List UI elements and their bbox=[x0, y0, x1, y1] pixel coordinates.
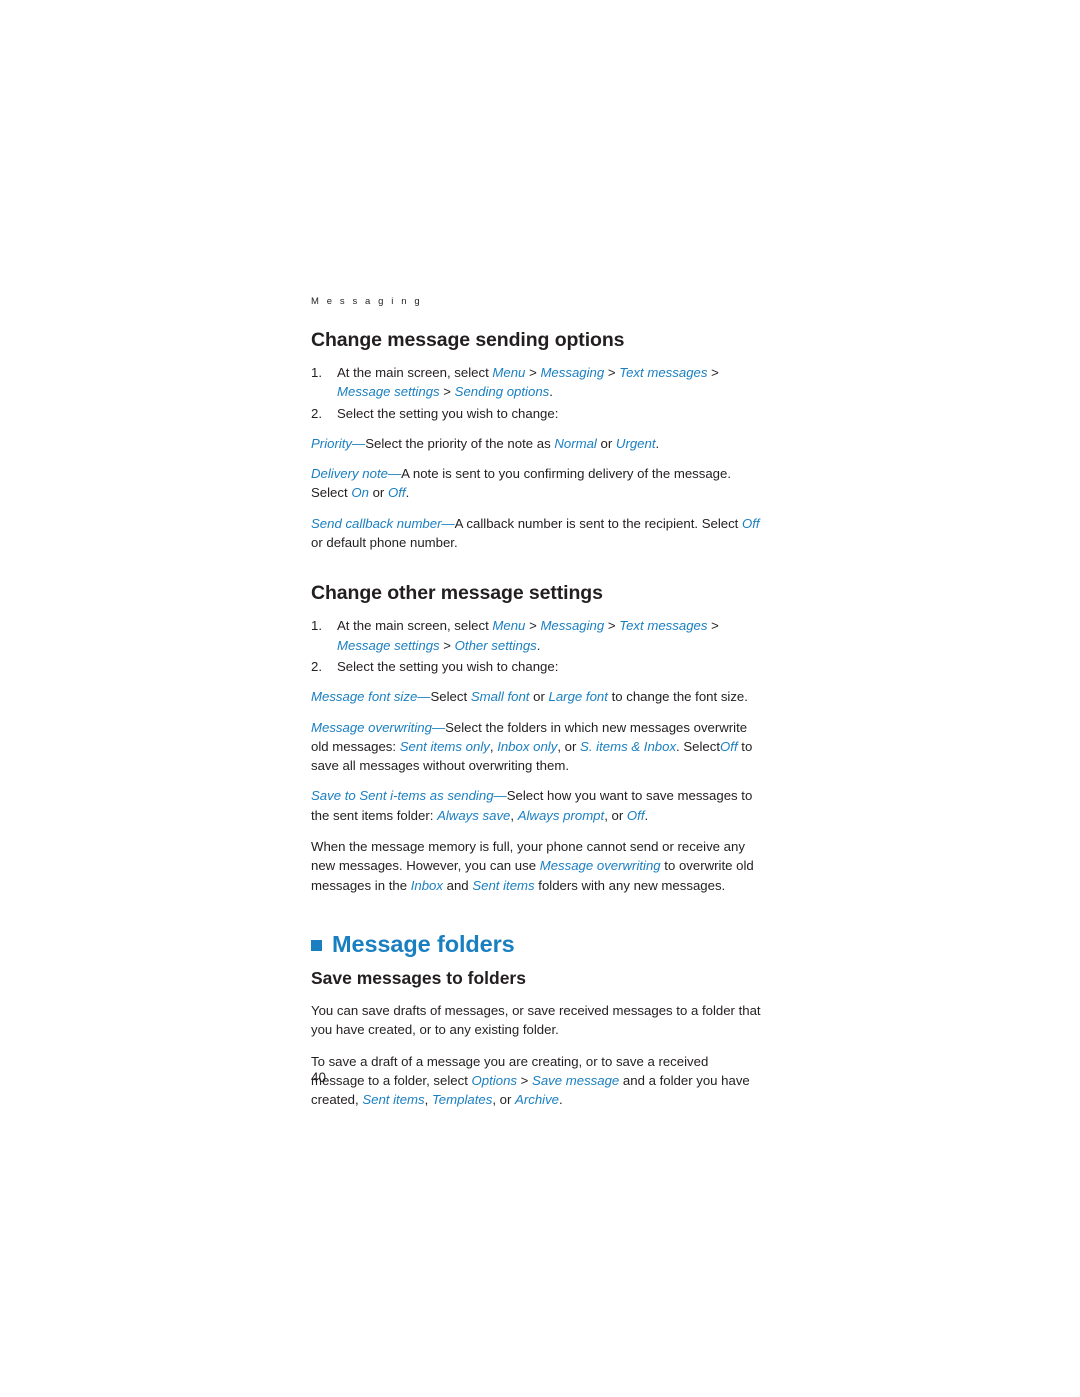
setting-message-overwriting: Message overwriting—Select the folders i… bbox=[311, 719, 753, 774]
chapter-title-text: Message folders bbox=[332, 930, 515, 957]
running-head: M e s s a g i n g bbox=[311, 296, 423, 307]
save-messages-paragraph-1: You can save drafts of messages, or save… bbox=[311, 1002, 761, 1038]
setting-priority: Priority—Select the priority of the note… bbox=[311, 435, 660, 451]
page-content: M e s s a g i n g Change message sending… bbox=[311, 296, 763, 1109]
document-page: M e s s a g i n g Change message sending… bbox=[0, 0, 1080, 1397]
step-number: 1. bbox=[311, 365, 322, 380]
page-number: 40 bbox=[311, 1070, 327, 1085]
step-text: At the main screen, select Menu > Messag… bbox=[337, 618, 719, 653]
sub-heading-save-messages-to-folders: Save messages to folders bbox=[311, 967, 526, 988]
steps-list-other-settings: 1. At the main screen, select Menu > Mes… bbox=[311, 616, 763, 676]
list-item: 1. At the main screen, select Menu > Mes… bbox=[311, 363, 763, 402]
square-bullet-icon bbox=[311, 939, 322, 951]
step-number: 2. bbox=[311, 658, 322, 674]
list-item: 2. Select the setting you wish to change… bbox=[311, 657, 763, 676]
setting-message-font-size: Message font size—Select Small font or L… bbox=[311, 689, 748, 705]
setting-save-to-sent-items: Save to Sent i-tems as sending—Select ho… bbox=[311, 788, 753, 823]
save-messages-paragraph-2: To save a draft of a message you are cre… bbox=[311, 1053, 750, 1108]
list-item: 2. Select the setting you wish to change… bbox=[311, 404, 763, 423]
setting-delivery-note: Delivery note—A note is sent to you conf… bbox=[311, 466, 732, 501]
section-heading-change-message-sending-options: Change message sending options bbox=[311, 329, 625, 351]
step-number: 2. bbox=[311, 405, 322, 421]
step-text: Select the setting you wish to change: bbox=[337, 658, 559, 674]
section-heading-change-other-message-settings: Change other message settings bbox=[311, 582, 603, 605]
settings-descriptions-other: Message font size—Select Small font or L… bbox=[311, 687, 763, 825]
memory-full-note: When the message memory is full, your ph… bbox=[311, 839, 754, 893]
list-item: 1. At the main screen, select Menu > Mes… bbox=[311, 616, 763, 655]
steps-list-sending-options: 1. At the main screen, select Menu > Mes… bbox=[311, 363, 763, 423]
step-number: 1. bbox=[311, 618, 322, 634]
chapter-heading-message-folders: Message folders bbox=[311, 931, 763, 958]
step-text: Select the setting you wish to change: bbox=[337, 405, 559, 421]
step-text: At the main screen, select Menu > Messag… bbox=[337, 365, 719, 400]
settings-descriptions-sending: Priority—Select the priority of the note… bbox=[311, 434, 763, 552]
setting-send-callback-number: Send callback number—A callback number i… bbox=[311, 515, 760, 551]
